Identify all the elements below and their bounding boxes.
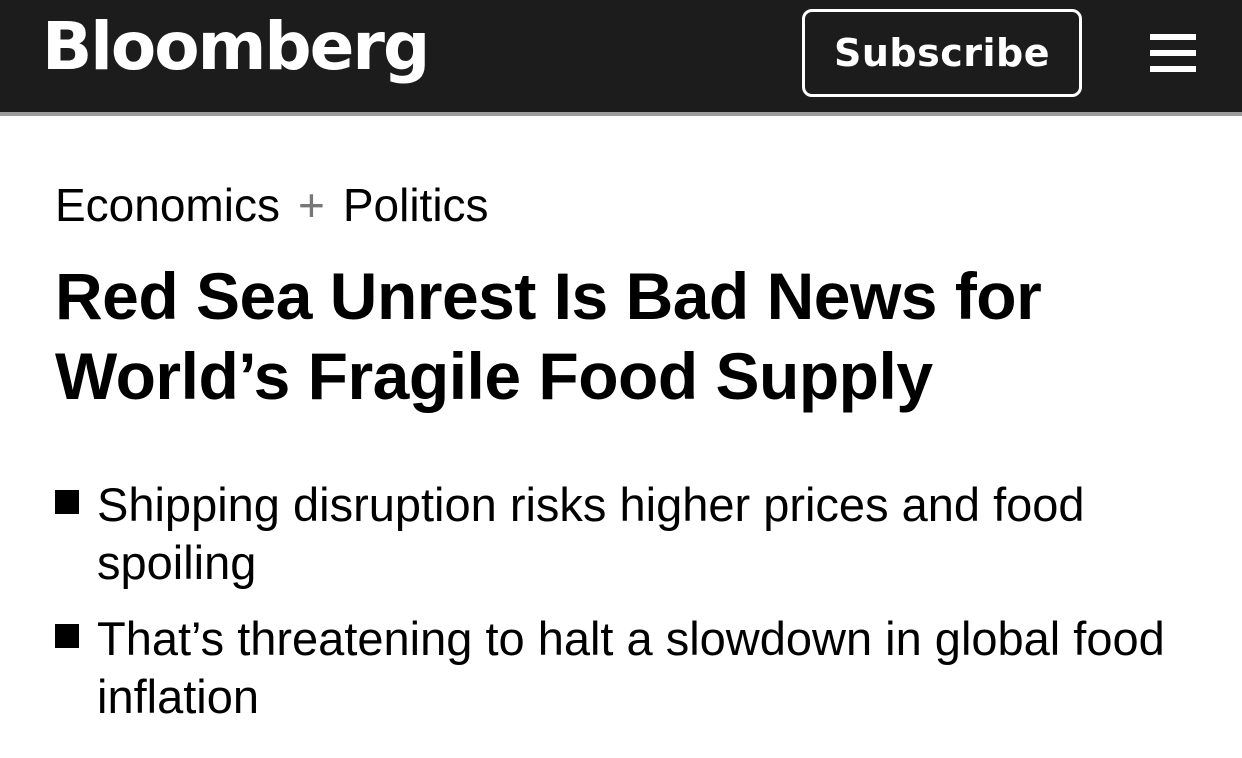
section-link-politics[interactable]: Politics — [343, 179, 489, 231]
square-bullet-icon — [55, 624, 79, 648]
section-link-economics[interactable]: Economics — [55, 179, 280, 231]
summary-bullets: Shipping disruption risks higher prices … — [55, 476, 1195, 744]
summary-bullet: That’s threatening to halt a slowdown in… — [55, 610, 1195, 726]
article-headline: Red Sea Unrest Is Bad News for World’s F… — [55, 259, 1042, 413]
subscribe-button[interactable]: Subscribe — [802, 9, 1082, 97]
menu-icon-line — [1150, 66, 1196, 72]
summary-bullet-text: Shipping disruption risks higher prices … — [97, 478, 1085, 589]
menu-icon-line — [1150, 34, 1196, 40]
summary-bullet-text: That’s threatening to halt a slowdown in… — [97, 612, 1165, 723]
menu-icon-line — [1150, 50, 1196, 56]
breadcrumb-separator: + — [297, 179, 325, 231]
square-bullet-icon — [55, 490, 79, 514]
summary-bullet: Shipping disruption risks higher prices … — [55, 476, 1195, 592]
hamburger-menu-icon[interactable] — [1150, 34, 1196, 74]
bloomberg-logo[interactable]: Bloomberg — [42, 4, 430, 90]
top-bar: Bloomberg Subscribe — [0, 0, 1242, 116]
section-breadcrumb: Economics + Politics — [55, 178, 489, 232]
